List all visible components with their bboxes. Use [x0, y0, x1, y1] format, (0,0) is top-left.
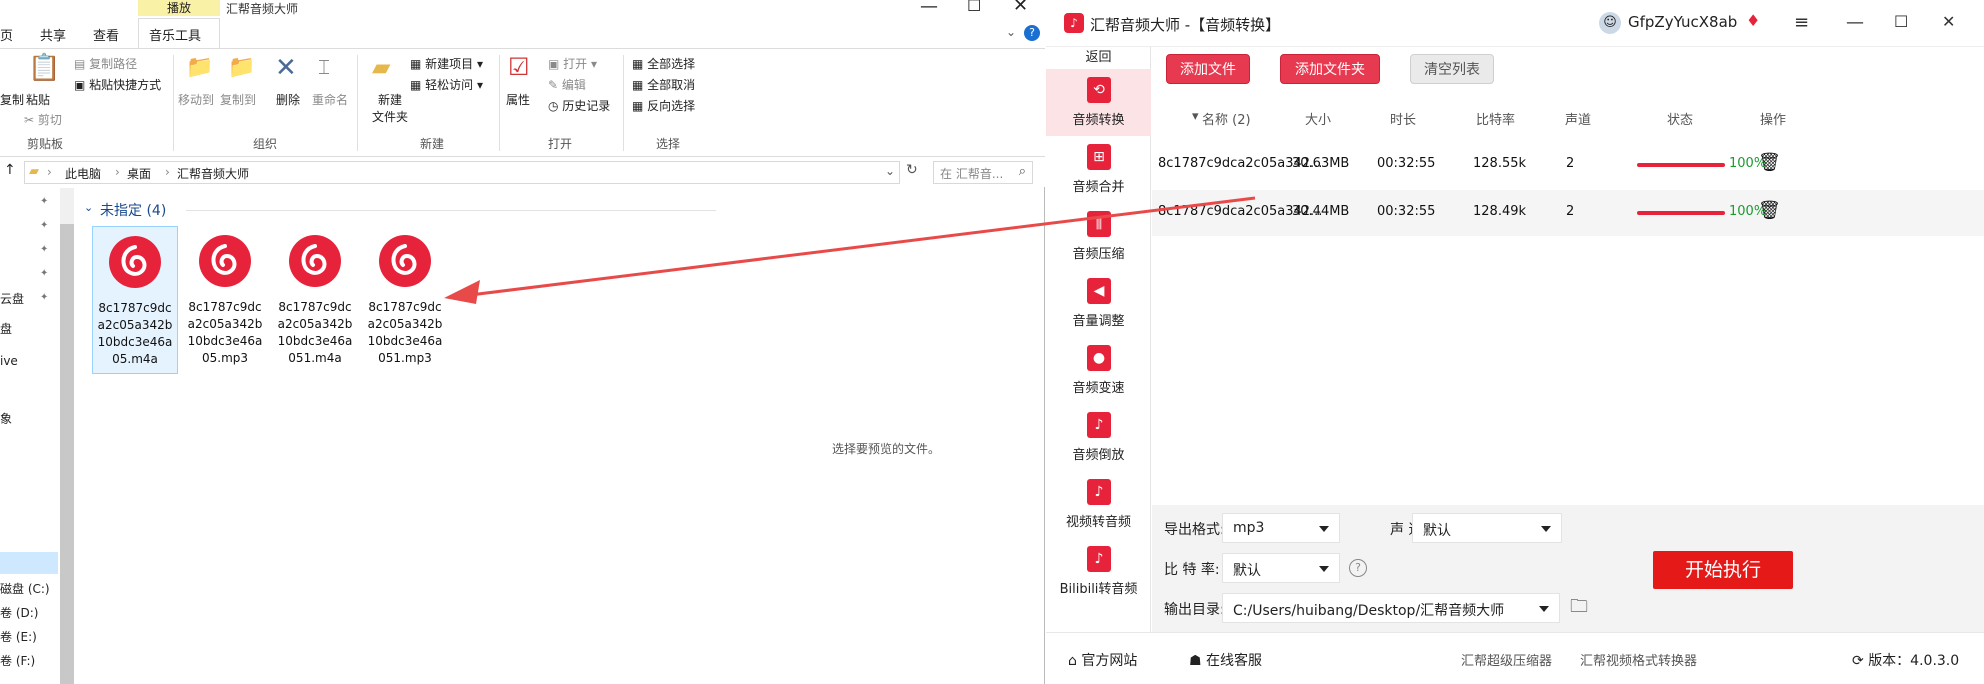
annotation-arrow	[444, 196, 1256, 304]
